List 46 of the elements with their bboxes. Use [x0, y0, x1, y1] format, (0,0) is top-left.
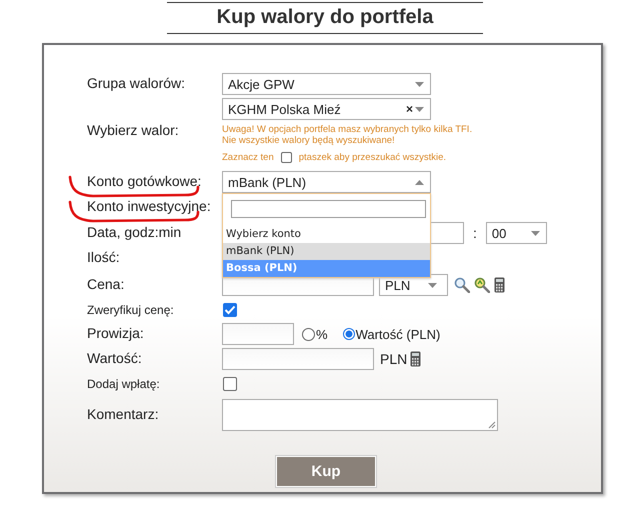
checkbox[interactable]: [223, 377, 237, 391]
minute-select[interactable]: 00: [486, 222, 547, 244]
radio-label[interactable]: %: [316, 326, 328, 342]
checkbox[interactable]: [223, 303, 237, 317]
search-icon[interactable]: [454, 277, 470, 293]
radio-label[interactable]: Wartość (PLN): [356, 326, 440, 342]
field-label: Wybierz walor:: [87, 122, 179, 138]
field-label: Wartość:: [87, 350, 142, 366]
separator-text: :: [473, 225, 477, 241]
calculator-icon[interactable]: [410, 351, 422, 367]
comment-field[interactable]: [222, 399, 498, 431]
caret-down-icon: [415, 106, 424, 112]
input-field[interactable]: [222, 323, 294, 345]
input-field[interactable]: [222, 348, 374, 370]
field-label: Cena:: [87, 276, 124, 292]
caret-down-icon: [428, 282, 437, 288]
clear-button[interactable]: ×: [406, 102, 413, 116]
radio-button[interactable]: [342, 328, 355, 340]
dropdown-select[interactable]: mBank (PLN): [222, 171, 431, 193]
warning-text: Uwaga! W opcjach portfela masz wybranych tylko kilka TFI. Nie wszystkie walory będą wyszukiwane!: [222, 124, 474, 146]
dropdown-select[interactable]: Akcje GPW: [222, 73, 431, 95]
unit-label: PLN: [380, 351, 408, 367]
field-label: Konto inwestycyjne:: [87, 198, 211, 214]
calculator-icon[interactable]: [494, 277, 505, 293]
hint-text: ptaszek aby przeszukać wszystkie.: [298, 152, 446, 163]
dropdown-option[interactable]: mBank (PLN): [223, 243, 430, 260]
dropdown-select[interactable]: KGHM Polska Mieź ×: [222, 98, 431, 120]
checkbox[interactable]: [280, 152, 292, 163]
field-label: Data, godz:min: [87, 224, 182, 240]
caret-down-icon: [530, 230, 540, 236]
dropdown-option[interactable]: Wybierz konto: [223, 226, 430, 243]
caret-down-icon: [415, 82, 424, 86]
field-label: Konto gotówkowe:: [87, 173, 202, 189]
page-title: Kup walory do portfela: [167, 2, 483, 34]
buy-button[interactable]: Kup: [276, 456, 376, 487]
field-label: Grupa walorów:: [87, 75, 186, 91]
hint-text: Zaznacz ten: [222, 152, 274, 163]
radio-button[interactable]: [302, 328, 315, 340]
field-label: Komentarz:: [87, 406, 159, 422]
search-field[interactable]: [231, 200, 426, 218]
field-label: Dodaj wpłatę:: [87, 377, 160, 391]
resize-grip-icon[interactable]: [488, 421, 496, 429]
field-label: Zweryfikuj cenę:: [87, 303, 174, 317]
field-label: Ilość:: [87, 249, 120, 265]
field-label: Prowizja:: [87, 325, 144, 341]
magnifier-icon[interactable]: [474, 277, 490, 293]
